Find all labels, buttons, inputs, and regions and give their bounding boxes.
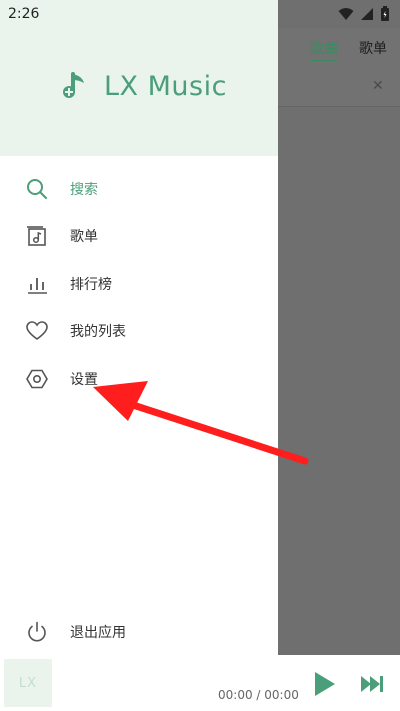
annotation-arrow bbox=[93, 381, 309, 465]
playback-time: 00:00 / 00:00 bbox=[218, 688, 299, 702]
album-art-label: LX bbox=[18, 675, 38, 691]
play-icon[interactable] bbox=[313, 671, 337, 697]
album-art[interactable]: LX bbox=[4, 659, 52, 707]
player-bar: LX 00:00 / 00:00 bbox=[0, 655, 400, 711]
next-track-icon[interactable] bbox=[359, 674, 385, 694]
